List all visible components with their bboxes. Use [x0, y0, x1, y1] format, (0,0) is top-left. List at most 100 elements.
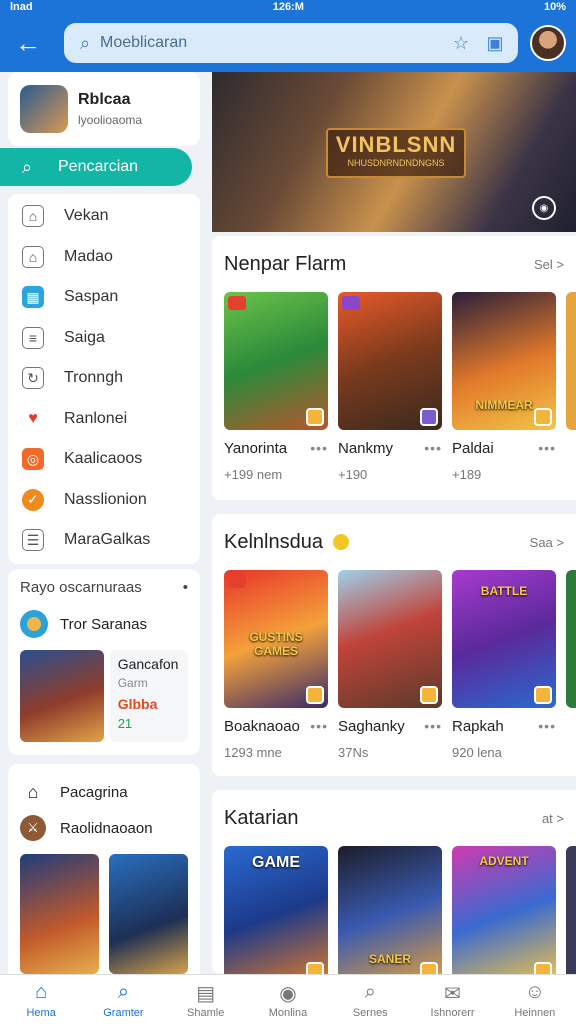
search-icon: ⌕: [364, 981, 376, 1003]
game-name: Rapkah: [452, 718, 504, 735]
recommend-header: Rayo oscarnuraas: [20, 579, 142, 596]
more-dots-icon[interactable]: •••: [538, 718, 556, 735]
nav-heinnen[interactable]: ☺ Heinnen: [494, 975, 576, 1024]
nav-label: Gramter: [103, 1007, 144, 1019]
more-dots-icon[interactable]: •••: [310, 440, 328, 457]
game-count: +190: [338, 467, 368, 482]
featured-game-image: [20, 650, 104, 742]
game-card[interactable]: BATTLE Rapkah ••• 920 lena: [452, 570, 556, 760]
battery-label: 10%: [543, 1, 566, 13]
sidebar-item-maragalkas[interactable]: ☰ MaraGalkas: [8, 520, 200, 561]
see-all-link[interactable]: Saa >: [530, 535, 564, 550]
carrier-label: lnad: [10, 1, 33, 13]
game-name: Saghanky: [338, 718, 405, 735]
game-avatar-icon: ⚔: [20, 815, 46, 841]
featured-game[interactable]: Gancafon Garm Glbba 21: [20, 650, 188, 742]
sidebar-item-search[interactable]: ⌕ Pencarcian: [0, 148, 192, 186]
game-card[interactable]: SANER: [338, 846, 442, 974]
game-card[interactable]: Nankmy ••• +190: [338, 292, 442, 482]
game-card-peek: [566, 846, 576, 974]
sidebar-item-saspan[interactable]: ▦ Saspan: [8, 277, 200, 318]
game-art-label: GAME: [252, 854, 300, 871]
game-name: Boaknaoao: [224, 718, 300, 735]
compass-icon: ◉: [279, 983, 297, 1005]
raolidnaoaon-row[interactable]: ⚔ Raolidnaoaon: [20, 810, 188, 846]
profile-card[interactable]: Rblcaa lyoolioaoma: [8, 72, 200, 146]
featured-game-sub: Garm: [117, 676, 148, 690]
pacagrina-label: Pacagrina: [60, 783, 128, 801]
nav-label: Sernes: [352, 1007, 388, 1019]
pacagrina-row[interactable]: ⌂ Pacagrina: [20, 774, 188, 810]
flame-icon: ♥: [28, 409, 38, 427]
tablet-icon[interactable]: ▣: [482, 30, 508, 56]
sidebar-item-tronngh[interactable]: ↻ Tronngh: [8, 358, 200, 399]
section-title: Nenpar Flarm: [224, 252, 347, 275]
game-image: [224, 292, 328, 430]
avatar[interactable]: [530, 25, 566, 61]
sidebar-item-label: Saspan: [64, 288, 119, 306]
game-card[interactable]: Saghanky ••• 37Ns: [338, 570, 442, 760]
game-count: 37Ns: [338, 745, 369, 760]
nav-gramter[interactable]: ⌕ Gramter: [82, 975, 164, 1024]
banner-logo: VINBLSNN NHUSDNRNDNDNGNS: [326, 128, 466, 178]
game-card[interactable]: Yanorinta ••• +199 nem: [224, 292, 328, 482]
game-art-label: GUSTINS GAMES: [249, 630, 303, 658]
sidebar-item-nasslionion[interactable]: ✓ Nasslionion: [8, 480, 200, 521]
game-image: NIMMEAR: [452, 292, 556, 430]
more-dots-icon[interactable]: •••: [424, 440, 442, 457]
see-all-link[interactable]: at >: [542, 811, 564, 826]
profile-avatar: [20, 85, 68, 133]
featured-game-title: Gancafon: [117, 656, 179, 672]
more-dots-icon[interactable]: •••: [538, 440, 556, 457]
banner-title: VINBLSNN: [335, 132, 457, 157]
orange-app-icon: ◎: [22, 448, 44, 471]
game-name: Nankmy: [338, 440, 394, 457]
search-icon: ⌕: [79, 32, 91, 53]
game-card-peek: [566, 292, 576, 430]
clock: 126:M: [272, 1, 304, 13]
recommend-row[interactable]: Tror Saranas: [20, 610, 188, 638]
search-input[interactable]: ⌕ Moeblicaran ☆ ▣: [64, 23, 518, 63]
more-dot-icon[interactable]: •: [183, 579, 188, 596]
game-card[interactable]: GUSTINS GAMES Boaknaoao ••• 1293 mne: [224, 570, 328, 760]
game-tag-icon: [420, 408, 438, 426]
section-title: Kelnlnsdua: [224, 530, 323, 553]
more-dots-icon[interactable]: •••: [424, 718, 442, 735]
sidebar-item-ranlonei[interactable]: ♥ Ranlonei: [8, 399, 200, 440]
game-card[interactable]: GAME: [224, 846, 328, 974]
game-card[interactable]: NIMMEAR Paldai ••• +189: [452, 292, 556, 482]
star-badge-icon[interactable]: ☆: [448, 30, 474, 56]
back-arrow-icon[interactable]: ←: [10, 25, 46, 61]
nav-shamle[interactable]: ▤ Shamle: [165, 975, 247, 1024]
news-icon: ≡: [22, 326, 44, 349]
nav-home[interactable]: ⌂ Hema: [0, 975, 82, 1024]
nav-monlina[interactable]: ◉ Monlina: [247, 975, 329, 1024]
sidebar-item-kaalicaoos[interactable]: ◎ Kaalicaoos: [8, 439, 200, 480]
top-bar: lnad 126:M 10% ← ⌕ Moeblicaran ☆ ▣: [0, 0, 576, 72]
hero-banner[interactable]: VINBLSNN NHUSDNRNDNDNGNS ◉: [212, 72, 576, 232]
see-all-link[interactable]: Sel >: [534, 257, 564, 272]
game-tag-icon: [306, 408, 324, 426]
trophy-icon: [332, 534, 349, 551]
game-thumbnail[interactable]: [109, 854, 188, 974]
featured-game-count: 21: [117, 716, 133, 731]
game-card[interactable]: ADVENT: [452, 846, 556, 974]
sidebar-item-label: Kaalicaoos: [64, 450, 143, 468]
game-count: 920 lena: [452, 745, 502, 760]
new-badge: [228, 574, 246, 588]
sidebar-item-vekan[interactable]: ⌂ Vekan: [8, 196, 200, 237]
sidebar-item-madao[interactable]: ⌂ Madao: [8, 237, 200, 278]
sidebar-item-label: Tronngh: [64, 369, 123, 387]
cart-icon: ▤: [196, 983, 216, 1005]
more-dots-icon[interactable]: •••: [310, 718, 328, 735]
app-header: ← ⌕ Moeblicaran ☆ ▣: [0, 14, 576, 72]
nav-sernes[interactable]: ⌕ Sernes: [329, 975, 411, 1024]
sidebar-item-saiga[interactable]: ≡ Saiga: [8, 318, 200, 359]
raolidnaoaon-label: Raolidnaoaon: [60, 819, 153, 837]
banner-subtitle: NHUSDNRNDNDNGNS: [347, 158, 445, 168]
game-art-label: ADVENT: [479, 854, 529, 868]
game-thumbnail[interactable]: [20, 854, 99, 974]
play-icon[interactable]: ◉: [532, 196, 556, 220]
search-icon: ⌕: [22, 156, 33, 177]
nav-ishnorerr[interactable]: ✉ Ishnorerr: [411, 975, 493, 1024]
